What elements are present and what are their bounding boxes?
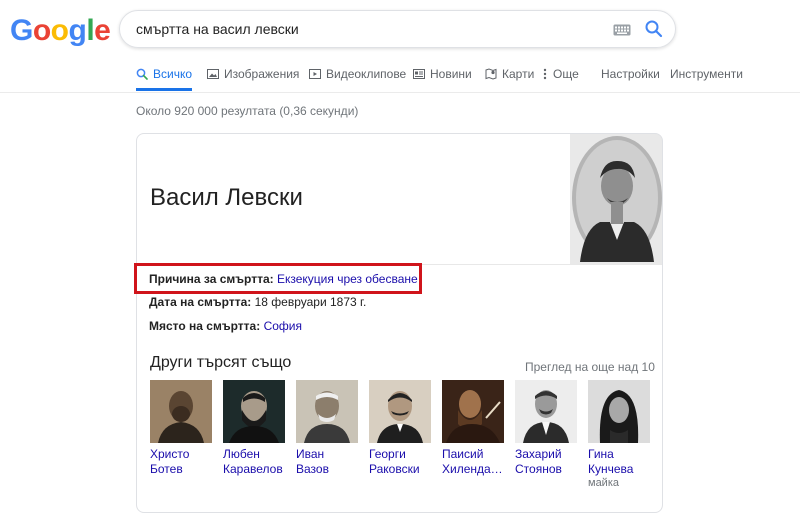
person-name: Любен Каравелов [223, 447, 283, 476]
image-icon [207, 69, 219, 79]
tab-settings[interactable]: Настройки [601, 67, 660, 81]
knowledge-panel: Васил Левски Причина за смъртта: Екзекуц… [136, 133, 663, 513]
person-card[interactable]: Захарий Стоянов [515, 380, 579, 477]
video-icon [309, 69, 321, 79]
person-name: Гина Кунчева [588, 447, 634, 476]
person-name: Захарий Стоянов [515, 447, 562, 476]
view-more-link[interactable]: Преглед на още над 10 [525, 360, 655, 374]
search-tabs: Всичко Изображения Видеоклипове Новини К… [0, 62, 800, 93]
map-icon [485, 68, 497, 80]
fact-link-cause[interactable]: Екзекуция чрез обесване [277, 272, 418, 286]
tab-label: Видеоклипове [326, 67, 407, 81]
person-name: Иван Вазов [296, 447, 329, 476]
tab-tools[interactable]: Инструменти [670, 67, 743, 81]
tab-label: Още [553, 67, 579, 81]
fact-link-place[interactable]: София [264, 319, 302, 333]
tab-all[interactable]: Всичко [136, 67, 193, 91]
person-card[interactable]: Гина Кунчева майка [588, 380, 652, 490]
person-photo [515, 380, 577, 443]
person-photo [223, 380, 285, 443]
tab-images[interactable]: Изображения [207, 67, 299, 81]
tab-news[interactable]: Новини [413, 67, 472, 81]
tab-maps[interactable]: Карти [485, 67, 534, 81]
tab-more[interactable]: Още [542, 67, 579, 81]
search-box[interactable]: смъртта на васил левски [119, 10, 676, 48]
person-card[interactable]: Любен Каравелов [223, 380, 287, 477]
person-photo [369, 380, 431, 443]
person-photo [588, 380, 650, 443]
person-card[interactable]: Георги Раковски [369, 380, 433, 477]
tab-label: Настройки [601, 67, 660, 81]
person-relation: майка [588, 477, 619, 489]
tab-videos[interactable]: Видеоклипове [309, 67, 406, 81]
knowledge-panel-title: Васил Левски [150, 184, 303, 211]
fact-label: Дата на смъртта: [149, 295, 252, 309]
tab-label: Карти [502, 67, 535, 81]
search-icon[interactable] [644, 19, 664, 44]
portrait-photo[interactable] [569, 134, 662, 264]
keyboard-icon[interactable] [613, 23, 631, 41]
fact-label: Място на смъртта: [149, 319, 261, 333]
google-logo[interactable]: Google [10, 14, 111, 48]
people-also-search-title: Други търсят също [150, 354, 292, 371]
result-stats: Около 920 000 резултата (0,36 секунди) [136, 104, 359, 118]
news-icon [413, 69, 425, 79]
fact-cause-of-death: Причина за смъртта: Екзекуция чрез обесв… [149, 272, 418, 286]
person-card[interactable]: Паисий Хилендa… [442, 380, 506, 477]
tab-label: Изображения [224, 67, 300, 81]
fact-value: 18 февруари 1873 г. [254, 295, 367, 309]
person-name: Георги Раковски [369, 447, 420, 476]
fact-date-of-death: Дата на смъртта: 18 февруари 1873 г. [149, 295, 366, 309]
fact-label: Причина за смъртта: [149, 272, 274, 286]
tab-label: Новини [430, 67, 472, 81]
search-input[interactable]: смъртта на васил левски [136, 21, 299, 37]
fact-place-of-death: Място на смъртта: София [149, 319, 302, 333]
person-name: Паисий Хилендa… [442, 447, 503, 476]
knowledge-panel-header: Васил Левски [137, 134, 662, 265]
search-icon [136, 68, 148, 80]
person-photo [150, 380, 212, 443]
person-name: Христо Ботев [150, 447, 190, 476]
person-card[interactable]: Христо Ботев [150, 380, 214, 477]
person-card[interactable]: Иван Вазов [296, 380, 360, 477]
more-icon [543, 68, 547, 80]
person-photo [296, 380, 358, 443]
person-photo [442, 380, 504, 443]
tab-label: Всичко [153, 67, 193, 81]
tab-label: Инструменти [670, 67, 743, 81]
